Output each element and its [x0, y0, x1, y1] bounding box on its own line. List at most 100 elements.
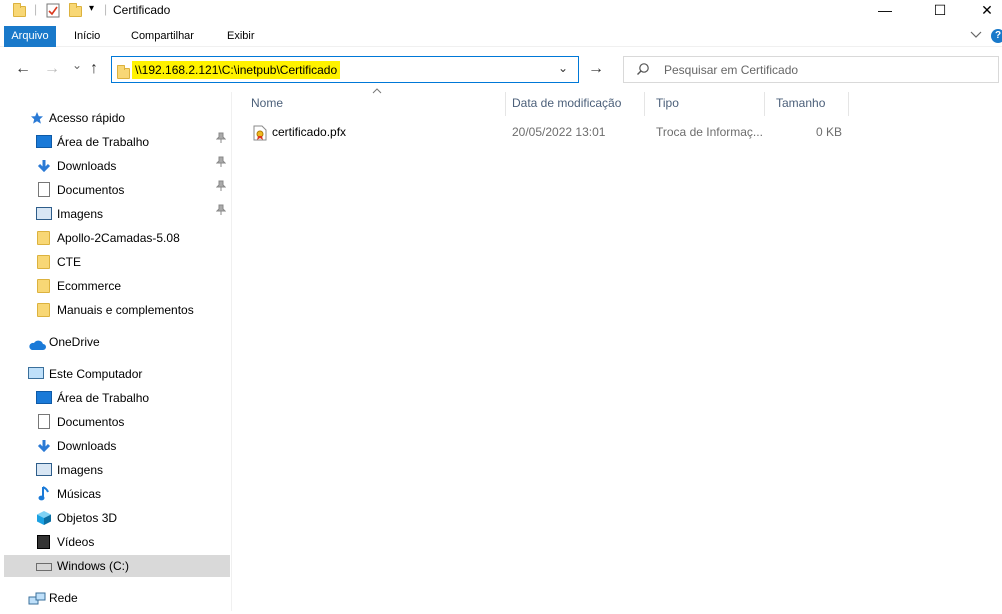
sidebar-item-pc-area-de-trabalho[interactable]: Área de Trabalho — [4, 387, 230, 409]
sidebar-item-este-computador[interactable]: Este Computador — [4, 363, 230, 385]
sidebar-item-label: Windows (C:) — [57, 559, 130, 573]
pin-icon[interactable] — [215, 131, 227, 153]
sidebar-item-label: OneDrive — [49, 335, 100, 349]
address-dropdown-button[interactable]: ⌄ — [558, 61, 568, 75]
cube-icon — [36, 510, 52, 525]
pin-icon[interactable] — [215, 203, 227, 225]
help-button[interactable]: ? — [991, 29, 1002, 43]
column-header-tipo[interactable]: Tipo — [645, 92, 765, 116]
close-button[interactable]: ✕ — [964, 0, 1002, 22]
search-icon — [636, 62, 650, 76]
sidebar-item-rede[interactable]: Rede — [4, 587, 230, 609]
sidebar-item-pc-imagens[interactable]: Imagens — [4, 459, 230, 481]
go-button[interactable]: → — [583, 56, 609, 83]
chevron-down-icon[interactable] — [970, 28, 982, 42]
sidebar-item-pc-musicas[interactable]: Músicas — [4, 483, 230, 505]
folder-icon — [37, 279, 53, 293]
separator: | — [104, 2, 108, 16]
sidebar-item-downloads[interactable]: Downloads — [4, 155, 230, 177]
sidebar-item-label: Manuais e complementos — [57, 303, 194, 317]
properties-icon[interactable] — [46, 3, 60, 19]
back-button[interactable]: ← — [15, 60, 31, 78]
search-box[interactable] — [623, 56, 999, 83]
folder-icon — [117, 65, 130, 80]
sidebar-item-label: Documentos — [57, 183, 125, 197]
forward-button[interactable]: → — [44, 60, 60, 78]
desktop-icon — [36, 391, 52, 405]
sidebar-item-label: Downloads — [57, 439, 117, 453]
sidebar-item-ecommerce[interactable]: Ecommerce — [4, 275, 230, 297]
search-input[interactable] — [664, 57, 984, 82]
sidebar-item-label: Este Computador — [49, 367, 143, 381]
sidebar-item-imagens[interactable]: Imagens — [4, 203, 230, 225]
tab-arquivo[interactable]: Arquivo — [4, 26, 56, 47]
image-icon — [36, 463, 52, 477]
sidebar-item-label: Área de Trabalho — [57, 135, 150, 149]
ribbon-tabs: Arquivo Início Compartilhar Exibir ? — [0, 26, 1002, 47]
drive-icon — [36, 559, 52, 573]
music-icon — [38, 486, 54, 501]
sidebar-item-label: Downloads — [57, 159, 117, 173]
sidebar-item-documentos[interactable]: Documentos — [4, 179, 230, 201]
navigation-bar: ← → ⌄ ↑ \\192.168.2.121\C:\inetpub\Certi… — [0, 52, 1002, 86]
star-icon — [30, 110, 46, 124]
sidebar-item-label: Imagens — [57, 207, 104, 221]
sidebar-item-label: Ecommerce — [57, 279, 122, 293]
video-icon — [37, 535, 53, 549]
sidebar-item-manuais[interactable]: Manuais e complementos — [4, 299, 230, 321]
sidebar-item-label: Acesso rápido — [49, 111, 126, 125]
pin-icon[interactable] — [215, 179, 227, 201]
customize-toolbar-icon[interactable]: ▾ — [89, 3, 94, 19]
recent-locations-button[interactable]: ⌄ — [72, 58, 82, 72]
cloud-icon — [28, 336, 46, 350]
address-path[interactable]: \\192.168.2.121\C:\inetpub\Certificado — [132, 61, 341, 79]
image-icon — [36, 207, 52, 221]
document-icon — [38, 182, 54, 197]
tab-compartilhar[interactable]: Compartilhar — [123, 26, 202, 47]
title-bar: | ▾ | Certificado — ☐ ✕ — [0, 0, 1002, 22]
sidebar-item-label: CTE — [57, 255, 81, 269]
new-folder-icon[interactable] — [69, 3, 82, 22]
separator: | — [34, 2, 38, 16]
file-type: Troca de Informaç... — [656, 125, 762, 139]
document-icon — [38, 414, 54, 429]
sidebar-item-pc-videos[interactable]: Vídeos — [4, 531, 230, 553]
navigation-pane[interactable]: Acesso rápido Área de Trabalho Downloads… — [0, 92, 232, 611]
folder-icon — [37, 231, 53, 245]
sidebar-item-pc-documentos[interactable]: Documentos — [4, 411, 230, 433]
pin-icon[interactable] — [215, 155, 227, 177]
sidebar-item-area-de-trabalho[interactable]: Área de Trabalho — [4, 131, 230, 153]
sidebar-item-label: Vídeos — [57, 535, 95, 549]
folder-icon — [37, 255, 53, 269]
download-icon — [36, 159, 52, 173]
column-header-tamanho[interactable]: Tamanho — [765, 92, 849, 116]
certificate-file-icon — [253, 125, 267, 141]
file-name[interactable]: certificado.pfx — [272, 121, 492, 143]
file-list[interactable]: Nome Data de modificação Tipo Tamanho ce… — [240, 88, 1002, 611]
sidebar-item-cte[interactable]: CTE — [4, 251, 230, 273]
up-button[interactable]: ↑ — [90, 60, 98, 78]
address-bar[interactable]: \\192.168.2.121\C:\inetpub\Certificado ⌄ — [111, 56, 579, 83]
sidebar-item-label: Documentos — [57, 415, 125, 429]
sidebar-item-onedrive[interactable]: OneDrive — [4, 331, 230, 353]
sidebar-item-label: Objetos 3D — [57, 511, 118, 525]
window-title: Certificado — [113, 3, 171, 17]
sidebar-item-label: Imagens — [57, 463, 104, 477]
column-header-data[interactable]: Data de modificação — [501, 92, 645, 116]
tab-inicio[interactable]: Início — [66, 26, 108, 47]
sidebar-item-pc-windows-c[interactable]: Windows (C:) — [4, 555, 230, 577]
sidebar-item-apollo[interactable]: Apollo-2Camadas-5.08 — [4, 227, 230, 249]
file-row[interactable]: certificado.pfx 20/05/2022 13:01 Troca d… — [240, 121, 860, 143]
network-icon — [28, 591, 46, 605]
minimize-button[interactable]: — — [862, 0, 908, 22]
sidebar-item-label: Rede — [49, 591, 78, 605]
sidebar-item-acesso-rapido[interactable]: Acesso rápido — [4, 107, 230, 129]
download-icon — [36, 439, 52, 453]
column-header-nome[interactable]: Nome — [240, 92, 506, 116]
maximize-button[interactable]: ☐ — [917, 0, 963, 22]
file-size: 0 KB — [815, 125, 842, 139]
sidebar-item-label: Músicas — [57, 487, 102, 501]
tab-exibir[interactable]: Exibir — [219, 26, 263, 47]
sidebar-item-pc-downloads[interactable]: Downloads — [4, 435, 230, 457]
sidebar-item-pc-objetos-3d[interactable]: Objetos 3D — [4, 507, 230, 529]
